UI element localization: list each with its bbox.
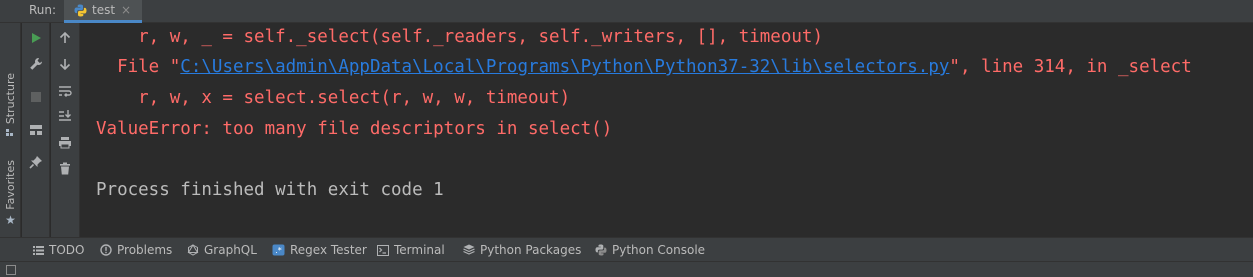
graphql-icon xyxy=(187,244,199,256)
left-tool-strip: Structure Favorites ★ xyxy=(0,23,21,237)
graphql-label: GraphQL xyxy=(204,243,257,257)
edit-configuration-button[interactable] xyxy=(22,52,50,76)
pin-tab-button[interactable] xyxy=(22,150,50,174)
terminal-tool-button[interactable]: Terminal xyxy=(377,238,445,262)
console-line: File "C:\Users\admin\AppData\Local\Progr… xyxy=(96,53,1192,81)
list-icon xyxy=(33,245,44,255)
run-tab-label: test xyxy=(92,3,116,17)
regex-tester-label: Regex Tester xyxy=(290,243,367,257)
svg-text:.*: .* xyxy=(275,246,282,255)
error-message: ValueError: too many file descriptors in… xyxy=(96,119,613,139)
run-tool-window-header: Run: test × xyxy=(0,0,1253,23)
regex-icon: .* xyxy=(272,244,285,256)
console-line: r, w, x = select.select(r, w, w, timeout… xyxy=(96,88,571,108)
printer-icon xyxy=(59,136,71,148)
layout-button[interactable] xyxy=(22,118,50,142)
terminal-label: Terminal xyxy=(394,243,445,257)
todo-label: TODO xyxy=(49,243,85,257)
graphql-tool-button[interactable]: GraphQL xyxy=(187,238,257,262)
python-packages-label: Python Packages xyxy=(480,243,582,257)
print-button[interactable] xyxy=(51,130,79,154)
previous-occurrence-button[interactable] xyxy=(51,26,79,50)
scroll-to-end-icon xyxy=(59,110,71,121)
pin-icon xyxy=(29,156,42,169)
arrow-up-icon xyxy=(59,32,71,43)
terminal-icon xyxy=(377,244,389,256)
stop-icon xyxy=(31,92,41,102)
console-text: File " xyxy=(96,57,181,77)
problems-label: Problems xyxy=(117,243,173,257)
run-icon xyxy=(32,33,41,43)
status-bar xyxy=(0,261,1253,277)
close-tab-icon[interactable]: × xyxy=(121,3,131,17)
favorites-tool-button[interactable]: Favorites ★ xyxy=(0,160,21,227)
favorites-label: Favorites xyxy=(4,160,17,210)
run-toolbar-primary xyxy=(22,23,50,237)
python-console-label: Python Console xyxy=(612,243,706,257)
console-line: r, w, _ = self._select(self._readers, se… xyxy=(96,27,823,47)
run-toolbar-secondary xyxy=(51,23,80,237)
exit-message: Process finished with exit code 1 xyxy=(96,180,444,200)
packages-icon xyxy=(463,244,475,256)
next-occurrence-button[interactable] xyxy=(51,52,79,76)
file-path-link[interactable]: C:\Users\admin\AppData\Local\Programs\Py… xyxy=(180,57,949,77)
python-console-tool-button[interactable]: Python Console xyxy=(595,238,705,262)
console-scrollbar[interactable] xyxy=(1241,23,1253,237)
toggle-tool-windows-icon[interactable] xyxy=(6,265,16,275)
regex-tester-tool-button[interactable]: .* Regex Tester xyxy=(272,238,367,262)
python-packages-tool-button[interactable]: Python Packages xyxy=(463,238,581,262)
run-tab-test[interactable]: test × xyxy=(64,0,142,23)
soft-wrap-button[interactable] xyxy=(51,79,79,103)
structure-tool-button[interactable]: Structure xyxy=(0,73,21,138)
python-console-icon xyxy=(595,244,607,256)
star-icon: ★ xyxy=(5,212,16,227)
problems-tool-button[interactable]: Problems xyxy=(100,238,172,262)
structure-label: Structure xyxy=(4,73,17,125)
trash-icon xyxy=(60,162,70,174)
warning-icon xyxy=(100,244,112,256)
python-icon xyxy=(74,4,87,17)
wrench-icon xyxy=(30,57,43,70)
soft-wrap-icon xyxy=(59,86,72,97)
run-label: Run: xyxy=(29,3,57,17)
tool-window-bar: TODO Problems GraphQL .* Regex Tester Te… xyxy=(0,237,1253,261)
clear-all-button[interactable] xyxy=(51,156,79,180)
stop-button[interactable] xyxy=(22,85,50,109)
console-text: ", line 314, in _select xyxy=(949,57,1192,77)
arrow-down-icon xyxy=(59,59,71,70)
todo-tool-button[interactable]: TODO xyxy=(33,238,84,262)
rerun-button[interactable] xyxy=(22,26,50,50)
structure-icon xyxy=(6,129,13,137)
layout-icon xyxy=(30,125,42,135)
scroll-to-end-button[interactable] xyxy=(51,103,79,127)
console-output[interactable]: r, w, _ = self._select(self._readers, se… xyxy=(81,23,1241,237)
